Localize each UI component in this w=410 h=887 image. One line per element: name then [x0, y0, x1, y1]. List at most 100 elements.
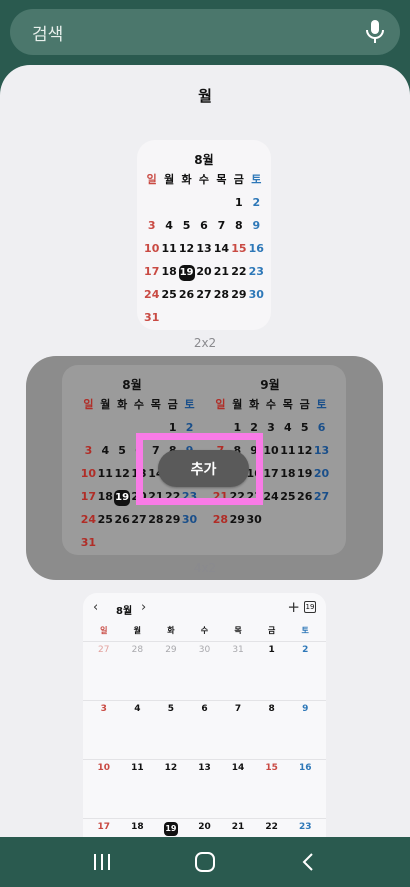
weekday-label: 일 [146, 173, 157, 186]
day-cell[interactable]: 4 [121, 701, 155, 759]
day-cell[interactable]: 12 [154, 760, 188, 818]
day-cell[interactable]: 28 [121, 642, 155, 700]
calendar-grid: 일 월 화 수 목 금 토 1 2 3 4 5 6 7 8 9 10 11 12 13 14 15 16 17 18 19 20 21… [143, 168, 265, 329]
day-cell[interactable]: 7 [221, 701, 255, 759]
weekday-label: 수 [198, 173, 210, 186]
day-cell[interactable]: 2 [288, 642, 322, 700]
weekday-label: 목 [216, 173, 227, 186]
day-cell: 27 [313, 490, 330, 503]
day-cell[interactable]: 29 [154, 642, 188, 700]
day-cell: 22 [231, 265, 247, 278]
day-cell: 31 [144, 311, 160, 324]
day-cell[interactable]: 13 [188, 760, 222, 818]
day-cell[interactable]: 10 [87, 760, 121, 818]
day-cell: 17 [263, 467, 279, 480]
day-cell: 27 [131, 513, 147, 526]
weekday-label: 목 [282, 398, 293, 411]
sheet-title: 월 [198, 87, 212, 105]
weekday-label: 금 [299, 398, 310, 411]
month-rows: 27 28 29 30 31 1 2 3 4 5 6 7 8 9 10 11 12 13 14 15 16 17 18 19 2… [83, 641, 326, 837]
home-icon[interactable] [191, 848, 219, 876]
recents-icon[interactable] [88, 848, 116, 876]
day-cell: 30 [181, 513, 198, 526]
day-cell: 7 [217, 219, 226, 232]
day-cell: 9 [252, 219, 261, 232]
day-cell[interactable]: 21 [221, 819, 255, 837]
day-cell[interactable]: 11 [121, 760, 155, 818]
day-cell: 10 [144, 242, 160, 255]
day-cell[interactable]: 6 [188, 701, 222, 759]
day-cell: 4 [101, 444, 110, 457]
widget-sheet: 월 8월 일 월 화 수 목 금 토 1 2 3 4 5 6 7 8 9 10 11 12 13 14 15 16 17 18 1… [0, 65, 410, 837]
day-cell: 30 [246, 513, 262, 526]
day-cell[interactable]: 20 [188, 819, 222, 837]
day-cell: 24 [263, 490, 279, 503]
weekday-label: 월 [232, 398, 243, 411]
search-label: 검색 [32, 24, 64, 45]
navigation-bar [0, 837, 410, 887]
day-cell: 16 [248, 242, 264, 255]
day-cell[interactable]: 27 [87, 642, 121, 700]
weekday-label: 월 [133, 626, 142, 635]
chevron-left-icon[interactable]: ‹ [93, 600, 98, 615]
day-cell[interactable]: 1 [255, 642, 289, 700]
today-icon[interactable]: 19 [304, 601, 316, 613]
day-cell[interactable]: 5 [154, 701, 188, 759]
day-cell[interactable]: 30 [188, 642, 222, 700]
weekday-label: 일 [100, 626, 108, 635]
day-cell[interactable]: 23 [288, 819, 322, 837]
day-cell: 26 [297, 490, 313, 503]
day-cell: 14 [213, 242, 230, 255]
day-cell [181, 531, 198, 554]
weekday-header: 일월화수목금토 [87, 625, 322, 636]
day-cell: 31 [80, 536, 97, 549]
day-cell: 19 [297, 467, 313, 480]
widget-2x2[interactable]: 8월 일 월 화 수 목 금 토 1 2 3 4 5 6 7 8 9 10 11 12 13 14 15 16 17 18 19 2… [137, 140, 271, 330]
day-cell[interactable]: 22 [255, 819, 289, 837]
day-cell [160, 191, 177, 214]
add-event-icon[interactable]: + [287, 598, 300, 616]
day-cell[interactable]: 17 [87, 819, 121, 837]
day-cell [296, 508, 313, 531]
week-row: 3456789 [83, 700, 326, 759]
day-cell: 25 [280, 490, 296, 503]
day-cell[interactable]: 19 [154, 819, 188, 837]
day-cell: 24 [144, 288, 160, 301]
day-cell [164, 531, 181, 554]
weekday-label: 목 [234, 626, 242, 635]
month-title: 8월 [194, 153, 214, 167]
mic-icon[interactable] [364, 19, 386, 45]
day-cell[interactable]: 9 [288, 701, 322, 759]
weekday-label: 토 [316, 398, 327, 411]
day-cell[interactable]: 3 [87, 701, 121, 759]
day-cell: 10 [80, 467, 97, 480]
day-cell: 29 [231, 288, 247, 301]
day-cell: 20 [196, 265, 212, 278]
week-row: 27 28 29 30 31 1 2 [83, 641, 326, 700]
day-cell: 12 [178, 242, 195, 255]
day-cell [248, 306, 265, 329]
month-header: ‹ 8월 › + 19 [83, 598, 326, 619]
day-cell: 19 [178, 260, 195, 283]
weekday-label: 화 [167, 626, 175, 635]
back-icon[interactable] [294, 848, 322, 876]
day-cell: 27 [196, 288, 212, 301]
weekday-label: 토 [184, 398, 195, 411]
day-cell[interactable]: 18 [121, 819, 155, 837]
chevron-right-icon[interactable]: › [141, 600, 146, 615]
day-cell[interactable]: 16 [288, 760, 322, 818]
day-cell: 18 [280, 467, 296, 480]
day-cell[interactable]: 14 [221, 760, 255, 818]
add-button[interactable]: 추가 [158, 450, 249, 487]
day-cell [147, 531, 164, 554]
search-bar[interactable]: 검색 [10, 9, 400, 55]
day-cell: 25 [161, 288, 177, 301]
day-cell[interactable]: 8 [255, 701, 289, 759]
day-cell[interactable]: 31 [221, 642, 255, 700]
day-cell [114, 416, 131, 439]
day-cell: 11 [97, 467, 113, 480]
day-cell[interactable]: 15 [255, 760, 289, 818]
day-cell [313, 508, 330, 531]
day-cell [160, 306, 177, 329]
widget-month[interactable]: ‹ 8월 › + 19 일월화수목금토 27 28 29 30 31 1 2 3 4 5 6 7 8 9 1… [83, 593, 326, 837]
